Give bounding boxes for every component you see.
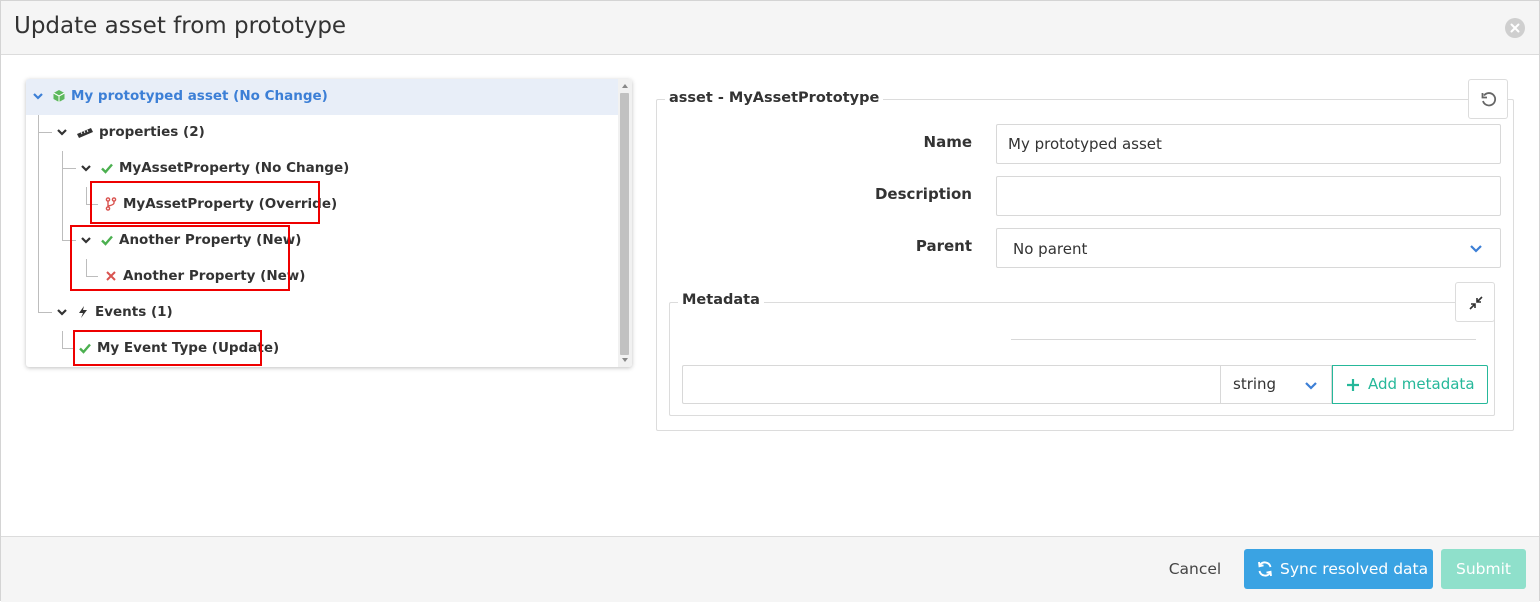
chevron-down-icon [1305, 382, 1317, 390]
ruler-icon [77, 128, 93, 138]
tree-item-label: MyAssetProperty (No Change) [119, 160, 350, 176]
asset-fieldset-legend: asset - MyAssetPrototype [665, 90, 884, 106]
tree-scrollbar[interactable] [618, 79, 632, 367]
chevron-down-icon[interactable] [80, 162, 92, 174]
chevron-down-icon[interactable] [56, 126, 68, 138]
metadata-type-select[interactable]: string [1220, 365, 1332, 404]
modal-title: Update asset from prototype [14, 13, 347, 39]
tree-item-label: MyAssetProperty (Override) [123, 196, 338, 212]
parent-select-value: No parent [1013, 240, 1088, 258]
update-asset-modal: Update asset from prototype My prototype… [0, 0, 1540, 602]
tree-scrollbar-thumb[interactable] [620, 93, 629, 355]
add-metadata-button[interactable]: Add metadata [1332, 365, 1488, 404]
metadata-type-value: string [1233, 375, 1277, 393]
compress-icon [1469, 296, 1483, 310]
scroll-up-icon[interactable] [621, 82, 629, 90]
prototype-tree-panel: My prototyped asset (No Change) properti… [26, 79, 632, 367]
chevron-down-icon[interactable] [56, 306, 68, 318]
plus-icon [1347, 379, 1359, 391]
check-icon [101, 163, 113, 174]
chevron-down-icon[interactable] [32, 90, 44, 102]
cube-icon [53, 90, 65, 102]
tree-item-label: My prototyped asset (No Change) [71, 88, 328, 104]
submit-button[interactable]: Submit [1441, 549, 1526, 589]
tree-item-label: properties (2) [99, 124, 205, 140]
name-input[interactable]: My prototyped asset [996, 124, 1501, 164]
sync-icon [1258, 561, 1272, 577]
collapse-button[interactable] [1455, 282, 1495, 322]
metadata-key-input[interactable] [682, 365, 1221, 404]
tree-group-properties[interactable]: properties (2) [26, 115, 618, 151]
metadata-legend: Metadata [678, 292, 764, 308]
cancel-button[interactable]: Cancel [1156, 549, 1234, 589]
tree-item-label: My Event Type (Update) [97, 340, 280, 356]
scroll-down-icon[interactable] [621, 356, 629, 364]
sync-resolved-data-button[interactable]: Sync resolved data [1244, 549, 1433, 589]
chevron-down-icon [1470, 245, 1482, 253]
metadata-divider [1011, 339, 1476, 340]
undo-icon [1481, 92, 1496, 107]
code-fork-icon [105, 197, 117, 211]
tree-item-label: Events (1) [95, 304, 173, 320]
tree-item-root[interactable]: My prototyped asset (No Change) [26, 79, 618, 115]
parent-select[interactable]: No parent [996, 228, 1501, 268]
tree-item-label: Another Property (New) [119, 232, 302, 248]
chevron-down-icon[interactable] [80, 234, 92, 246]
description-label: Description [874, 185, 972, 203]
modal-header: Update asset from prototype [1, 1, 1539, 55]
close-icon [1510, 23, 1520, 33]
tree-item-property[interactable]: Another Property (New) [26, 223, 618, 259]
check-icon [79, 343, 91, 354]
tree-group-events[interactable]: Events (1) [26, 295, 618, 331]
bolt-icon [79, 306, 87, 318]
x-icon [106, 271, 116, 281]
add-metadata-label: Add metadata [1368, 375, 1475, 393]
tree-item-property[interactable]: MyAssetProperty (Override) [26, 187, 618, 223]
reset-button[interactable] [1468, 79, 1508, 119]
parent-label: Parent [915, 237, 972, 255]
sync-label: Sync resolved data [1280, 560, 1429, 578]
close-button[interactable] [1505, 18, 1525, 38]
tree-item-property[interactable]: MyAssetProperty (No Change) [26, 151, 618, 187]
check-icon [101, 235, 113, 246]
tree-item-label: Another Property (New) [123, 268, 306, 284]
tree-item-event[interactable]: My Event Type (Update) [26, 331, 618, 367]
tree-item-property[interactable]: Another Property (New) [26, 259, 618, 295]
description-input[interactable] [996, 176, 1501, 216]
name-label: Name [923, 133, 972, 151]
